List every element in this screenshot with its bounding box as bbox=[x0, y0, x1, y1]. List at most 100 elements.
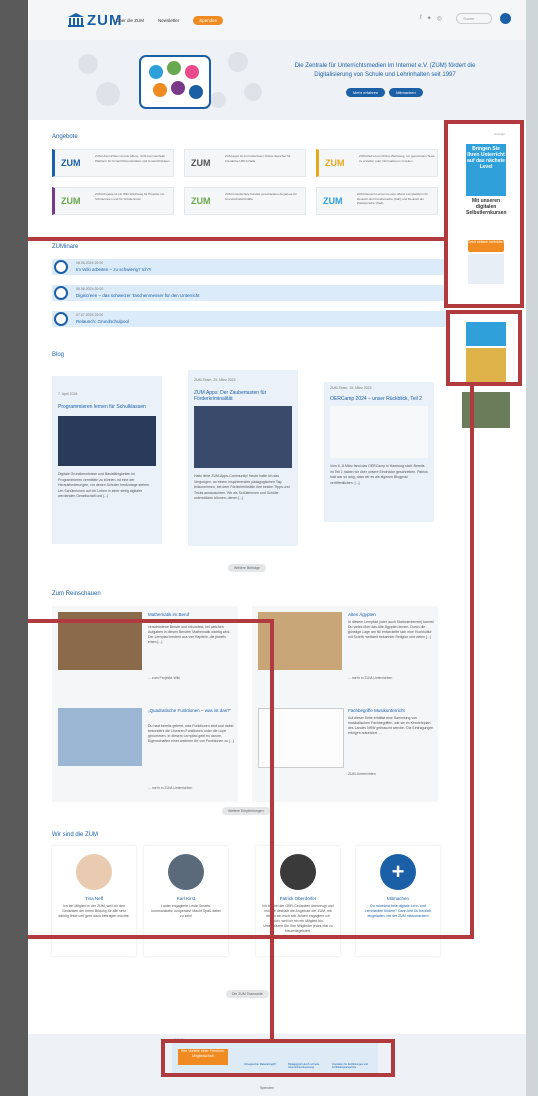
nav-link-newsletter[interactable]: Newsletter bbox=[158, 18, 179, 23]
blog-meta: ZUM-Team, 15. März 2024 bbox=[330, 386, 372, 390]
highlight-connector bbox=[28, 619, 274, 623]
recommendation-text: In diesem Lernpfad bekommst Du einen Ein… bbox=[148, 620, 231, 644]
webinar-item[interactable]: 06.06.2024 20:00 Digiscreen – das schwei… bbox=[52, 285, 446, 301]
offer-text: ZUM-Grundschule bündelt verschiedene Ang… bbox=[225, 192, 297, 201]
twitter-icon[interactable]: ✦ bbox=[427, 15, 432, 22]
member-quote: Lauter engagierte Leute Smarts, kommunik… bbox=[151, 904, 221, 918]
recommendation-link[interactable]: ... mehr in ZUM-Unterrichten bbox=[348, 676, 392, 680]
highlight-box bbox=[446, 310, 522, 386]
donate-button[interactable]: Spenden bbox=[193, 16, 224, 25]
recommendation-link[interactable]: ZUM-Unterrichten bbox=[348, 772, 376, 776]
recommendation-image bbox=[58, 708, 142, 766]
blog-meta: 7. April 2024 bbox=[58, 392, 78, 396]
webinar-date: 06.06.2024 20:00 bbox=[76, 261, 104, 265]
social-links: f ✦ ◎ bbox=[420, 15, 442, 22]
more-posts-button[interactable]: Weitere Beiträge bbox=[228, 564, 267, 572]
offer-logo: ZUM bbox=[61, 196, 81, 206]
blog-image bbox=[330, 406, 428, 458]
site-header: ZUM Über die ZUM Newsletter Spenden f ✦ … bbox=[28, 0, 526, 40]
recommendation-card[interactable]: „Quadratische Funktionen – was ist das?“… bbox=[52, 702, 238, 802]
highlight-connector bbox=[270, 619, 274, 1039]
offer-text: ZUM-apps ist ein kostenloser Online-Spei… bbox=[225, 154, 291, 163]
blog-title: OERCamp 2024 – unser Rückblick, Teil 2 bbox=[330, 396, 422, 402]
recommendation-title: „Quadratische Funktionen – was ist das?“ bbox=[148, 708, 232, 713]
team-member-card[interactable]: Karl Kirst Lauter engagierte Leute Smart… bbox=[144, 846, 228, 956]
temple-icon bbox=[68, 13, 84, 27]
offer-card-pad[interactable]: ZUM ZUM-Pad ist ein Online-Werkzeug, um … bbox=[316, 149, 438, 177]
headset-icon bbox=[54, 260, 68, 274]
member-quote: Ich bin Mitglied in der ZUM, weil ich de… bbox=[58, 904, 130, 918]
offer-logo: ZUM bbox=[325, 158, 345, 168]
site-logo[interactable]: ZUM bbox=[68, 12, 123, 29]
team-member-card[interactable]: Tina Neff Ich bin Mitglied in der ZUM, w… bbox=[52, 846, 136, 956]
webinar-item[interactable]: 06.06.2024 20:00 Im Wiki arbeiten – zu s… bbox=[52, 259, 446, 275]
offer-logo: ZUM bbox=[323, 196, 343, 206]
recommendation-text: Auf dieser Seite erhältst eine Sammlung … bbox=[348, 716, 434, 735]
offer-card-grundschule[interactable]: ZUM ZUM-Grundschule bündelt verschiedene… bbox=[184, 187, 306, 215]
recommendation-link[interactable]: ... mehr in ZUM-Unterrichten bbox=[148, 786, 192, 790]
hero-title: Die Zentrale für Unterrichtsmedien im In… bbox=[294, 63, 476, 78]
blog-card[interactable]: 7. April 2024 Programmieren lernen für S… bbox=[52, 376, 162, 544]
avatar bbox=[168, 854, 204, 890]
offer-logo: ZUM bbox=[191, 158, 211, 168]
member-name: Karl Kirst bbox=[176, 896, 196, 901]
section-title-blog: Blog bbox=[52, 352, 65, 358]
highlight-connector bbox=[28, 237, 444, 241]
search-input[interactable]: Suche bbox=[456, 13, 492, 24]
avatar bbox=[280, 854, 316, 890]
search-icon[interactable] bbox=[500, 13, 511, 24]
section-title-team: Wir sind die ZUM bbox=[52, 832, 99, 838]
recommendation-link[interactable]: ... zum Projekte-Wiki bbox=[148, 676, 180, 680]
offer-card-unterrichten[interactable]: ZUM ZUM-Unterrichten ist eine offene, ni… bbox=[52, 149, 174, 177]
facebook-icon[interactable]: f bbox=[420, 15, 422, 22]
avatar bbox=[76, 854, 112, 890]
recommendation-text: In diesem Lernpfad (oder auch Stationenl… bbox=[348, 620, 434, 639]
blog-title: ZUM Apps: Der Zaubertasten für Förderkri… bbox=[194, 390, 267, 402]
offer-card-deutsch[interactable]: ZUM ZUM-Deutsch Lernen ist eine offene L… bbox=[316, 187, 438, 215]
blog-image bbox=[194, 406, 292, 468]
offer-card-projekte[interactable]: ZUM ZUM-Projekte ist ein Wiki-Werkzeug f… bbox=[52, 187, 174, 215]
webinar-title: Im Wiki arbeiten – zu schwierig? Ich?! bbox=[76, 267, 152, 272]
member-name: Patrick Oberdörfer bbox=[279, 896, 317, 901]
blog-image bbox=[58, 416, 156, 466]
webinar-title: Relaunch: Grundschulpool bbox=[76, 319, 130, 324]
main-nav: Über die ZUM Newsletter Spenden bbox=[116, 16, 224, 25]
offer-text: ZUM-Projekte ist ein Wiki-Werkzeug für P… bbox=[95, 192, 165, 201]
recommendation-card[interactable]: Altes Ägypten In diesem Lernpfad (oder a… bbox=[252, 606, 438, 706]
offer-card-apps[interactable]: ZUM ZUM-apps ist ein kostenloser Online-… bbox=[184, 149, 306, 177]
learn-more-button[interactable]: Mehr erfahren bbox=[346, 88, 386, 97]
recommendation-card[interactable]: Fachbegriffe Musikunterricht Auf dieser … bbox=[252, 702, 438, 802]
join-text: Du möchtest freie digitale Lehr- und Ler… bbox=[364, 904, 432, 918]
highlight-box bbox=[161, 1039, 395, 1077]
section-title-angebote: Angebote bbox=[52, 134, 78, 140]
plus-icon[interactable]: + bbox=[380, 854, 416, 890]
blog-card[interactable]: ZUM-Team, 25. März 2024 ZUM Apps: Der Za… bbox=[188, 370, 298, 546]
nav-link-about[interactable]: Über die ZUM bbox=[116, 18, 144, 23]
team-page-button[interactable]: Die ZUM Teamseite bbox=[226, 990, 269, 998]
page-shadow bbox=[524, 0, 538, 1096]
webinar-item[interactable]: 07.07.2024 20:00 Relaunch: Grundschulpoo… bbox=[52, 311, 446, 327]
offer-text: ZUM-Deutsch Lernen ist eine offene Lernp… bbox=[357, 192, 428, 205]
blog-card[interactable]: ZUM-Team, 15. März 2024 OERCamp 2024 – u… bbox=[324, 382, 434, 522]
team-member-card[interactable]: Patrick Oberdörfer Ich bin bei der OER-G… bbox=[256, 846, 340, 956]
offer-text: ZUM-Unterrichten ist eine offene, nicht-… bbox=[95, 154, 171, 163]
hero-section: Die Zentrale für Unterrichtsmedien im In… bbox=[28, 40, 526, 120]
page: ZUM Über die ZUM Newsletter Spenden f ✦ … bbox=[28, 0, 526, 1096]
offer-text: ZUM-Pad ist ein Online-Werkzeug, um geme… bbox=[359, 154, 435, 163]
blog-excerpt: Hallo liebe ZUM-Apps-Community! Heute ha… bbox=[194, 474, 290, 500]
webinar-date: 07.07.2024 20:00 bbox=[76, 313, 104, 317]
recommendation-text: Du hast bereits gelernt, was Funktionen … bbox=[148, 724, 234, 743]
blog-excerpt: Digitale Grundkenntnisse und Basisfähigk… bbox=[58, 472, 151, 498]
footer-link[interactable]: Spenden bbox=[260, 1086, 274, 1090]
highlight-connector bbox=[470, 386, 474, 939]
join-card[interactable]: + Mitmachen Du möchtest freie digitale L… bbox=[356, 846, 440, 956]
recommendation-title: Mathematik im Beruf bbox=[148, 612, 190, 617]
member-name: Tina Neff bbox=[84, 896, 103, 901]
join-button[interactable]: Mitmachen bbox=[389, 88, 423, 97]
hero-illustration bbox=[78, 52, 262, 109]
recommendation-title: Altes Ägypten bbox=[348, 612, 376, 617]
highlight-connector bbox=[28, 935, 474, 939]
blog-title: Programmieren lernen für Schulklassen bbox=[58, 404, 146, 410]
more-recommendations-button[interactable]: Weitere Empfehlungen bbox=[222, 807, 270, 815]
instagram-icon[interactable]: ◎ bbox=[437, 15, 442, 22]
